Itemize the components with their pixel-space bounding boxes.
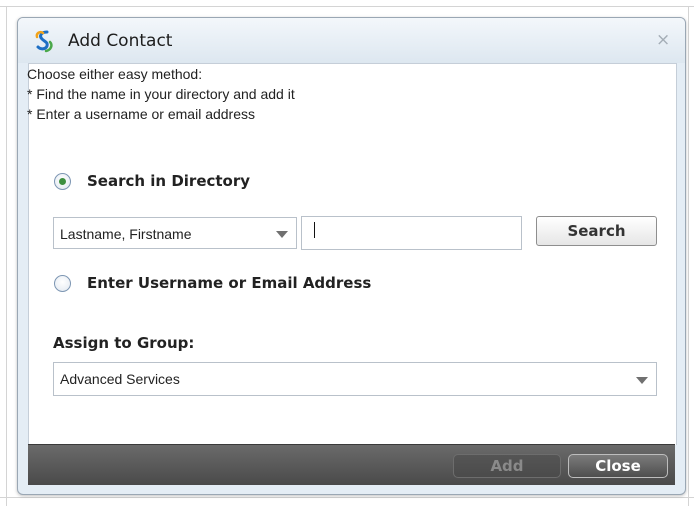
text-caret [314, 222, 315, 238]
frame-divider [6, 6, 7, 506]
instruction-line: Choose either easy method: [27, 66, 203, 82]
enter-username-label[interactable]: Enter Username or Email Address [87, 274, 371, 292]
search-button[interactable]: Search [536, 216, 657, 246]
directory-search-input[interactable] [301, 216, 522, 250]
name-format-value: Lastname, Firstname [60, 226, 192, 242]
instruction-line: * Enter a username or email address [27, 106, 255, 122]
dialog-footer: Add Close [28, 444, 675, 485]
search-directory-radio[interactable] [54, 173, 71, 190]
dialog-titlebar: Add Contact × [18, 18, 685, 63]
radio-selected-dot [59, 178, 66, 185]
search-directory-label[interactable]: Search in Directory [87, 172, 250, 190]
group-select-value: Advanced Services [60, 371, 180, 387]
app-logo-icon [35, 30, 53, 53]
frame-divider [688, 6, 689, 506]
instructions: Choose either easy method: * Find the na… [27, 64, 295, 124]
add-button[interactable]: Add [453, 454, 561, 478]
instruction-line: * Find the name in your directory and ad… [27, 86, 295, 102]
chevron-down-icon[interactable] [636, 377, 648, 384]
dialog-title: Add Contact [68, 31, 173, 51]
enter-username-radio[interactable] [54, 275, 71, 292]
name-format-select[interactable]: Lastname, Firstname [53, 217, 297, 249]
assign-group-label: Assign to Group: [53, 334, 195, 352]
group-select[interactable]: Advanced Services [53, 362, 657, 396]
close-button[interactable]: Close [568, 454, 668, 478]
close-icon[interactable]: × [656, 32, 670, 49]
frame-divider [0, 6, 694, 7]
frame-divider [0, 497, 694, 498]
chevron-down-icon[interactable] [276, 231, 288, 238]
